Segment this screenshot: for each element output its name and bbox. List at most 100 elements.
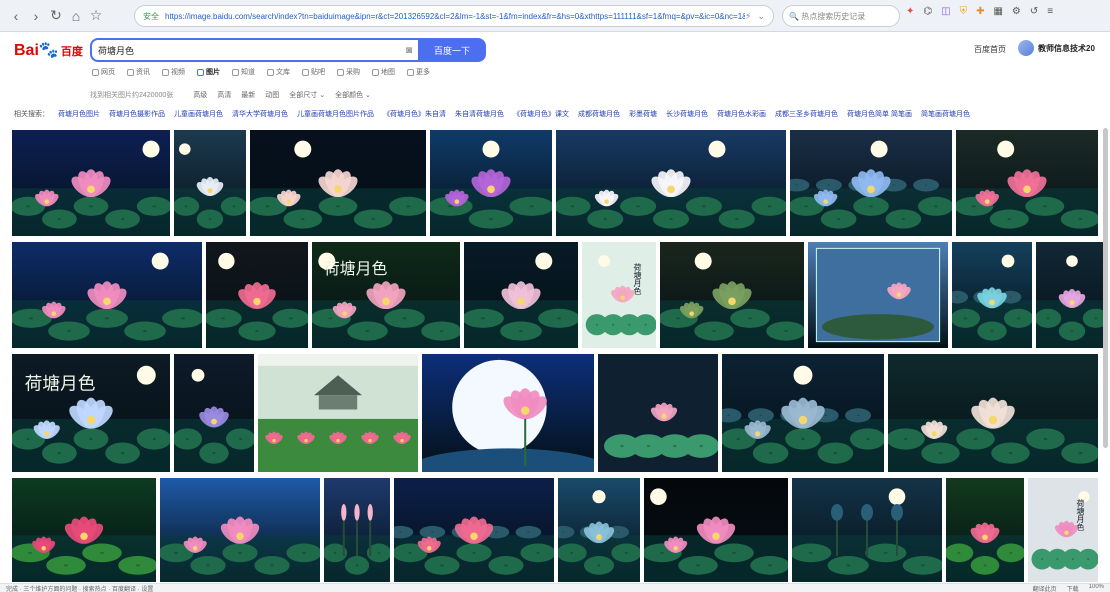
image-result-thumbnail[interactable]	[644, 478, 788, 582]
undo-icon[interactable]: ↺	[1030, 6, 1038, 17]
image-result-thumbnail[interactable]	[808, 242, 948, 348]
related-search-link[interactable]: 彩墨荷塘	[629, 109, 657, 119]
image-result-thumbnail[interactable]	[956, 130, 1098, 236]
related-search-link[interactable]: 《荷塘月色》朱自清	[383, 109, 446, 119]
image-result-thumbnail[interactable]	[324, 478, 390, 582]
tab-7[interactable]: 采购	[337, 67, 360, 77]
image-result-thumbnail[interactable]	[660, 242, 804, 348]
filter-option[interactable]: 高级	[193, 90, 207, 100]
image-result-thumbnail[interactable]	[946, 478, 1024, 582]
image-results-grid: 荷塘月色 荷塘月色 荷塘月色 荷塘月色	[12, 130, 1108, 582]
image-result-thumbnail[interactable]	[888, 354, 1098, 472]
tab-2[interactable]: 视频	[162, 67, 185, 77]
search-input[interactable]	[98, 45, 378, 55]
image-result-thumbnail[interactable]	[258, 354, 418, 472]
gear-icon[interactable]: ⚙	[1012, 6, 1021, 17]
image-result-thumbnail[interactable]	[394, 478, 554, 582]
tab-4[interactable]: 知道	[232, 67, 255, 77]
shield-icon[interactable]: ⛨	[960, 6, 968, 17]
image-result-thumbnail[interactable]: 荷塘月色	[312, 242, 460, 348]
image-result-thumbnail[interactable]	[174, 130, 246, 236]
address-bar[interactable]: 安全 https://image.baidu.com/search/index?…	[134, 5, 774, 27]
image-result-thumbnail[interactable]	[174, 354, 254, 472]
image-result-thumbnail[interactable]	[1036, 242, 1108, 348]
lotus-moonlight-image	[206, 242, 308, 348]
baidu-logo[interactable]: Bai🐾 百度	[14, 40, 83, 60]
image-result-thumbnail[interactable]	[952, 242, 1032, 348]
related-search-link[interactable]: 成都三圣乡荷塘月色	[775, 109, 838, 119]
image-result-thumbnail[interactable]	[12, 242, 202, 348]
filter-option[interactable]: 全部颜色 ⌄	[335, 90, 371, 100]
camera-icon[interactable]: ◙	[406, 45, 412, 56]
image-result-thumbnail[interactable]	[160, 478, 320, 582]
image-result-thumbnail[interactable]	[558, 478, 640, 582]
lotus-moonlight-image	[888, 354, 1098, 472]
screenshot-icon[interactable]: ◫	[941, 6, 950, 17]
tab-label: 视频	[171, 69, 185, 76]
tab-9[interactable]: 更多	[407, 67, 430, 77]
tab-1[interactable]: 资讯	[127, 67, 150, 77]
related-search-link[interactable]: 长沙荷塘月色	[666, 109, 708, 119]
tab-8[interactable]: 地图	[372, 67, 395, 77]
related-search-link[interactable]: 成都荷塘月色	[578, 109, 620, 119]
image-result-thumbnail[interactable]	[464, 242, 578, 348]
forward-icon[interactable]: ›	[26, 6, 46, 26]
related-search-link[interactable]: 荷塘月色水彩画	[717, 109, 766, 119]
image-result-thumbnail[interactable]	[556, 130, 786, 236]
related-search-link[interactable]: 朱自清荷塘月色	[455, 109, 504, 119]
apps-grid-icon[interactable]: ▦	[993, 6, 1002, 17]
translate-icon[interactable]: ⌬	[923, 6, 932, 17]
lotus-moonlight-image	[394, 478, 554, 582]
search-tabs: 网页 资讯 视频 图片 知道 文库 贴吧 采购 地图 更多	[92, 67, 430, 77]
related-search-link[interactable]: 《荷塘月色》课文	[513, 109, 569, 119]
lotus-moonlight-image	[660, 242, 804, 348]
image-result-thumbnail[interactable]: 荷塘月色	[1028, 478, 1098, 582]
filter-option[interactable]: 动图	[265, 90, 279, 100]
status-item[interactable]: 翻译此页	[1033, 584, 1057, 592]
lotus-moonlight-image	[12, 130, 170, 236]
bookmark-star-icon[interactable]: ☆	[86, 6, 106, 26]
related-search-link[interactable]: 儿童画荷塘月色	[174, 109, 223, 119]
related-search-link[interactable]: 荷塘月色摄影作品	[109, 109, 165, 119]
image-result-thumbnail[interactable]	[206, 242, 308, 348]
related-search-link[interactable]: 清华大学荷塘月色	[232, 109, 288, 119]
image-result-thumbnail[interactable]	[422, 354, 594, 472]
refresh-icon[interactable]: ↻	[46, 6, 66, 26]
status-item[interactable]: 下载	[1067, 584, 1079, 592]
dropdown-icon[interactable]: ⌄	[757, 11, 765, 22]
tab-5[interactable]: 文库	[267, 67, 290, 77]
back-icon[interactable]: ‹	[6, 6, 26, 26]
menu-icon[interactable]: ≡	[1047, 6, 1053, 17]
filter-option[interactable]: 全部尺寸 ⌄	[289, 90, 325, 100]
lightning-icon[interactable]: ⚡	[745, 11, 751, 22]
tab-0[interactable]: 网页	[92, 67, 115, 77]
image-result-thumbnail[interactable]	[12, 478, 156, 582]
status-item[interactable]: 100%	[1089, 584, 1104, 592]
baidu-home-link[interactable]: 百度首页	[974, 44, 1006, 55]
filter-option[interactable]: 高清	[217, 90, 231, 100]
image-result-thumbnail[interactable]: 荷塘月色	[582, 242, 656, 348]
image-result-thumbnail[interactable]	[722, 354, 884, 472]
secure-badge: 安全	[143, 11, 159, 21]
image-result-thumbnail[interactable]	[12, 130, 170, 236]
search-button[interactable]: 百度一下	[418, 38, 486, 62]
scrollbar[interactable]	[1103, 128, 1108, 448]
related-search-link[interactable]: 儿童画荷塘月色图片作品	[297, 109, 374, 119]
tab-3[interactable]: 图片	[197, 67, 220, 77]
browser-search-box[interactable]: 🔍 热点搜索历史记录	[782, 5, 900, 27]
extension-icon[interactable]: ✦	[906, 6, 914, 17]
game-icon[interactable]: ✚	[976, 6, 984, 17]
image-result-thumbnail[interactable]: 荷塘月色	[12, 354, 170, 472]
filter-option[interactable]: 最新	[241, 90, 255, 100]
related-search-link[interactable]: 荷塘月色图片	[58, 109, 100, 119]
home-icon[interactable]: ⌂	[66, 6, 86, 26]
image-result-thumbnail[interactable]	[430, 130, 552, 236]
user-menu[interactable]: 教师信息技术20	[1018, 40, 1095, 56]
related-search-link[interactable]: 荷塘月色简单 简笔画	[847, 109, 912, 119]
image-result-thumbnail[interactable]	[792, 478, 942, 582]
image-result-thumbnail[interactable]	[250, 130, 426, 236]
image-result-thumbnail[interactable]	[790, 130, 952, 236]
image-result-thumbnail[interactable]	[598, 354, 718, 472]
related-search-link[interactable]: 简笔画荷塘月色	[921, 109, 970, 119]
tab-6[interactable]: 贴吧	[302, 67, 325, 77]
